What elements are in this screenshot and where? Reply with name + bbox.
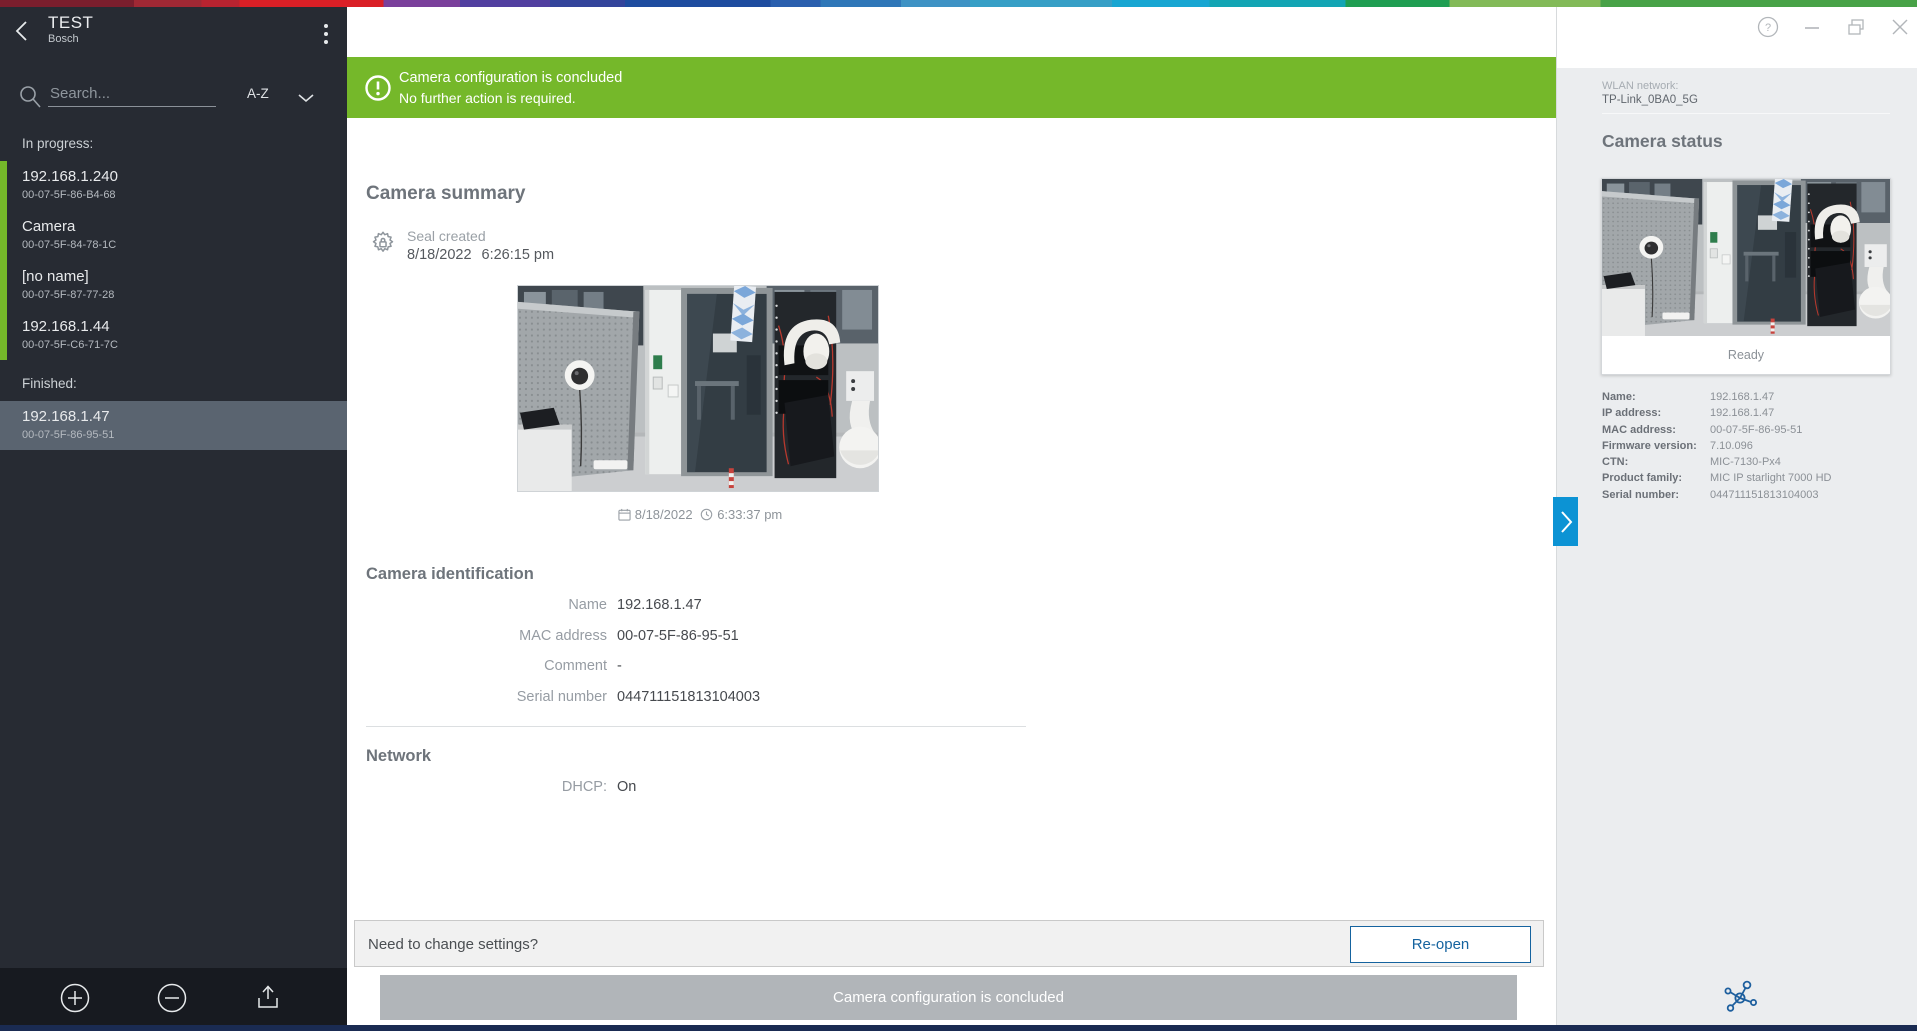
camera-status-panel: ? bbox=[1556, 7, 1917, 1025]
identification-heading: Camera identification bbox=[366, 565, 534, 584]
status-row: MAC address: 00-07-5F-86-95-51 bbox=[1602, 424, 1902, 440]
status-row: Serial number: 044711151813104003 bbox=[1602, 489, 1902, 505]
panel-divider bbox=[1602, 113, 1890, 114]
chevron-left-icon bbox=[10, 18, 36, 44]
search-icon bbox=[18, 84, 42, 115]
back-button[interactable] bbox=[10, 18, 36, 44]
bosch-supergraphic-strip bbox=[0, 0, 1917, 7]
close-button[interactable] bbox=[1889, 16, 1911, 38]
network-rows: DHCP: On bbox=[366, 779, 1166, 810]
restore-button[interactable] bbox=[1845, 16, 1867, 38]
sidebar-toolbar bbox=[0, 968, 347, 1025]
camera-status-title: Camera status bbox=[1602, 131, 1723, 152]
list-item[interactable]: 192.168.1.240 00-07-5F-86-B4-68 bbox=[0, 161, 347, 210]
sort-order-button[interactable]: A-Z bbox=[247, 86, 269, 101]
snapshot-caption: 8/18/2022 6:33:37 pm bbox=[517, 507, 879, 522]
help-button[interactable]: ? bbox=[1757, 16, 1779, 38]
network-hub-icon[interactable] bbox=[1721, 979, 1759, 1017]
export-button[interactable] bbox=[252, 982, 284, 1014]
kv-row: Serial number 044711151813104003 bbox=[366, 689, 1166, 720]
chevron-right-icon bbox=[1558, 509, 1574, 535]
status-row: Product family: MIC IP starlight 7000 HD bbox=[1602, 472, 1902, 488]
camera-snapshot-image bbox=[517, 285, 879, 492]
change-settings-panel: Need to change settings? Re-open bbox=[354, 920, 1544, 967]
search-row: A-Z bbox=[0, 81, 347, 115]
reopen-button[interactable]: Re-open bbox=[1350, 926, 1531, 963]
project-subtitle: Bosch bbox=[48, 33, 79, 45]
app-window: TEST Bosch A-Z In progress: 192.168.1.24… bbox=[0, 7, 1917, 1025]
banner-title: Camera configuration is concluded bbox=[399, 70, 622, 86]
kv-row: Comment - bbox=[366, 658, 1166, 689]
kebab-menu-icon[interactable] bbox=[317, 21, 335, 47]
list-item-selected[interactable]: 192.168.1.47 00-07-5F-86-95-51 bbox=[0, 401, 347, 450]
window-footer-strip bbox=[0, 1025, 1917, 1031]
minimize-button[interactable] bbox=[1801, 16, 1823, 38]
device-sidebar: TEST Bosch A-Z In progress: 192.168.1.24… bbox=[0, 7, 347, 1025]
main-content: Camera configuration is concluded No fur… bbox=[347, 7, 1556, 1025]
kv-row: Name 192.168.1.47 bbox=[366, 597, 1166, 628]
banner-subtitle: No further action is required. bbox=[399, 90, 576, 106]
info-icon bbox=[364, 74, 392, 107]
calendar-icon bbox=[618, 508, 631, 521]
seal-status-label: Seal created bbox=[407, 228, 486, 244]
status-row: Firmware version: 7.10.096 bbox=[1602, 440, 1902, 456]
window-controls-area: ? bbox=[1557, 7, 1917, 68]
camera-ready-status: Ready bbox=[1602, 336, 1890, 374]
seal-gear-lock-icon bbox=[369, 229, 397, 262]
status-row: CTN: MIC-7130-Px4 bbox=[1602, 456, 1902, 472]
status-banner: Camera configuration is concluded No fur… bbox=[347, 57, 1556, 118]
concluded-button-disabled[interactable]: Camera configuration is concluded bbox=[380, 975, 1517, 1020]
chevron-down-icon[interactable] bbox=[297, 90, 315, 108]
network-heading: Network bbox=[366, 747, 431, 766]
project-title: TEST bbox=[48, 13, 93, 33]
page-title: Camera summary bbox=[366, 183, 525, 205]
list-item[interactable]: Camera 00-07-5F-84-78-1C bbox=[0, 211, 347, 260]
svg-text:?: ? bbox=[1765, 22, 1771, 34]
camera-live-thumbnail bbox=[1602, 179, 1890, 336]
section-divider bbox=[366, 726, 1026, 727]
add-device-button[interactable] bbox=[59, 982, 91, 1014]
section-finished: Finished: bbox=[22, 376, 77, 391]
camera-status-rows: Name: 192.168.1.47 IP address: 192.168.1… bbox=[1602, 391, 1902, 505]
kv-row: MAC address 00-07-5F-86-95-51 bbox=[366, 628, 1166, 659]
list-item[interactable]: 192.168.1.44 00-07-5F-C6-71-7C bbox=[0, 311, 347, 360]
camera-status-card: Ready bbox=[1601, 178, 1891, 375]
wlan-network-value: TP-Link_0BA0_5G bbox=[1602, 94, 1698, 106]
status-row: IP address: 192.168.1.47 bbox=[1602, 407, 1902, 423]
identification-rows: Name 192.168.1.47 MAC address 00-07-5F-8… bbox=[366, 597, 1166, 719]
remove-device-button[interactable] bbox=[156, 982, 188, 1014]
list-item[interactable]: [no name] 00-07-5F-87-77-28 bbox=[0, 261, 347, 310]
seal-datetime: 8/18/20226:26:15 pm bbox=[407, 247, 564, 263]
section-in-progress: In progress: bbox=[22, 136, 93, 151]
change-settings-question: Need to change settings? bbox=[368, 936, 538, 953]
expand-panel-tab[interactable] bbox=[1553, 497, 1578, 546]
clock-icon bbox=[700, 508, 713, 521]
wlan-network-label: WLAN network: bbox=[1602, 80, 1678, 92]
status-row: Name: 192.168.1.47 bbox=[1602, 391, 1902, 407]
search-input[interactable] bbox=[48, 81, 216, 107]
kv-row: DHCP: On bbox=[366, 779, 1166, 810]
